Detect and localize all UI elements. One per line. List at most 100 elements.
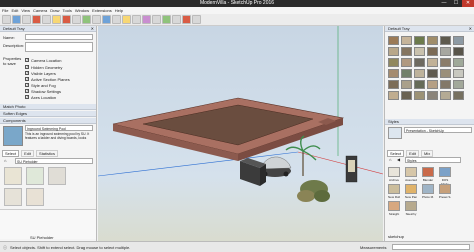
component-item-icon[interactable] [4,188,22,206]
material-swatch[interactable] [427,36,438,45]
tab-edit[interactable]: Edit [21,150,35,157]
close-icon[interactable]: ✕ [469,26,472,32]
zoom-tool-icon[interactable] [152,15,161,24]
material-swatch[interactable] [401,36,412,45]
info-icon[interactable]: ⓘ [3,245,7,251]
checkbox-hidden-geometry[interactable] [25,65,29,69]
section-match-photo[interactable]: Match Photo [0,104,96,110]
shape-tool-icon[interactable] [42,15,51,24]
shrub-model[interactable] [297,180,330,202]
eraser-tool-icon[interactable] [12,15,21,24]
style-tile[interactable] [422,184,434,194]
tab-select[interactable]: Select [2,150,20,157]
material-swatch[interactable] [388,69,399,78]
style-tile[interactable] [388,184,400,194]
component-item-icon[interactable] [48,167,66,185]
paint-tool-icon[interactable] [122,15,131,24]
orbit-tool-icon[interactable] [132,15,141,24]
component-item-icon[interactable] [26,188,44,206]
material-swatch[interactable] [414,58,425,67]
material-swatch[interactable] [401,91,412,100]
styles-header[interactable]: Styles [385,119,474,125]
push-pull-tool-icon[interactable] [52,15,61,24]
material-swatch[interactable] [401,58,412,67]
component-item-icon[interactable] [26,167,44,185]
style-name-field[interactable]: Presentation - SketchUp [404,127,472,133]
component-item-icon[interactable] [4,167,22,185]
material-swatch[interactable] [427,91,438,100]
close-icon[interactable]: ✕ [91,26,94,32]
material-swatch[interactable] [427,58,438,67]
material-swatch[interactable] [388,36,399,45]
home-icon[interactable]: ⌂ [4,158,6,163]
model-viewport[interactable] [98,26,383,241]
style-tile[interactable] [405,167,417,177]
rotate-tool-icon[interactable] [82,15,91,24]
section-components[interactable]: Components [0,118,96,124]
material-swatch[interactable] [388,47,399,56]
tape-tool-icon[interactable] [102,15,111,24]
material-swatch[interactable] [440,47,451,56]
material-swatch[interactable] [440,69,451,78]
menu-camera[interactable]: Camera [33,8,47,13]
component-search-field[interactable]: SU Pieholder [15,158,93,164]
pan-tool-icon[interactable] [142,15,151,24]
minimize-button[interactable]: — [438,0,450,7]
style-tile[interactable] [439,167,451,177]
style-tile[interactable] [439,184,451,194]
component-name-field[interactable]: Inground Swimming Pool [25,125,93,131]
style-dropdown[interactable]: Styles [405,157,461,163]
checkbox-style-and-fog[interactable] [25,83,29,87]
extension-warehouse-icon[interactable] [182,15,191,24]
offset-tool-icon[interactable] [62,15,71,24]
material-swatch[interactable] [440,91,451,100]
material-swatch[interactable] [388,58,399,67]
material-swatch[interactable] [401,69,412,78]
material-swatch[interactable] [414,47,425,56]
menu-draw[interactable]: Draw [50,8,59,13]
home-icon[interactable]: ⌂ [389,157,391,162]
material-swatch[interactable] [427,47,438,56]
maximize-button[interactable]: ☐ [450,0,462,7]
style-tile[interactable] [388,201,400,211]
style-tile[interactable] [405,184,417,194]
material-swatch[interactable] [414,80,425,89]
material-swatch[interactable] [388,91,399,100]
close-button[interactable]: ✕ [462,0,474,7]
material-swatch[interactable] [414,36,425,45]
material-swatch[interactable] [453,47,464,56]
style-tile[interactable] [405,201,417,211]
checkbox-visible-layers[interactable] [25,71,29,75]
scale-tool-icon[interactable] [92,15,101,24]
name-field[interactable] [25,34,93,40]
material-swatch[interactable] [453,91,464,100]
material-swatch[interactable] [453,80,464,89]
checkbox-shadow-settings[interactable] [25,89,29,93]
text-tool-icon[interactable] [112,15,121,24]
material-swatch[interactable] [440,58,451,67]
material-swatch[interactable] [427,69,438,78]
menu-window[interactable]: Window [75,8,89,13]
section-soften-edges[interactable]: Soften Edges [0,111,96,117]
material-swatch[interactable] [453,58,464,67]
material-swatch[interactable] [453,36,464,45]
material-swatch[interactable] [414,91,425,100]
menu-tools[interactable]: Tools [63,8,72,13]
tab-statistics[interactable]: Statistics [36,150,59,157]
menu-help[interactable]: Help [115,8,123,13]
checkbox-camera-location[interactable] [25,58,29,62]
material-swatch[interactable] [414,69,425,78]
warehouse-icon[interactable] [172,15,181,24]
zoom-extents-icon[interactable] [162,15,171,24]
style-tile[interactable] [388,167,400,177]
move-tool-icon[interactable] [72,15,81,24]
line-tool-icon[interactable] [22,15,31,24]
layout-icon[interactable] [192,15,201,24]
style-tile[interactable] [422,167,434,177]
material-swatch[interactable] [427,80,438,89]
material-swatch[interactable] [388,80,399,89]
checkbox-active-section-planes[interactable] [25,77,29,81]
tab-mix[interactable]: Mix [421,150,434,157]
menu-file[interactable]: File [2,8,8,13]
material-swatch[interactable] [401,47,412,56]
